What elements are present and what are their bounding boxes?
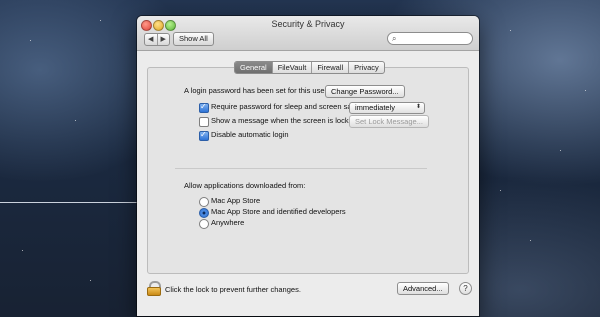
radio-anywhere[interactable] bbox=[199, 219, 209, 229]
forward-button[interactable]: ▶ bbox=[156, 34, 170, 45]
back-button[interactable]: ◀ bbox=[145, 34, 157, 45]
radio-mac-app-store[interactable] bbox=[199, 197, 209, 207]
set-lock-message-button[interactable]: Set Lock Message... bbox=[349, 115, 429, 128]
tab-privacy[interactable]: Privacy bbox=[348, 62, 384, 73]
show-message-label: Show a message when the screen is locked bbox=[211, 116, 357, 125]
lock-icon[interactable] bbox=[147, 281, 161, 296]
general-panel bbox=[147, 67, 469, 274]
window-title: Security & Privacy bbox=[271, 19, 345, 29]
require-password-checkbox[interactable] bbox=[199, 102, 209, 113]
radio-mac-app-store-label: Mac App Store bbox=[211, 196, 261, 205]
section-divider bbox=[175, 168, 427, 169]
tab-general[interactable]: General bbox=[235, 62, 272, 73]
change-password-button[interactable]: Change Password... bbox=[325, 85, 405, 98]
search-field[interactable]: ⌕ bbox=[387, 32, 473, 45]
lock-text: Click the lock to prevent further change… bbox=[165, 285, 301, 294]
radio-identified-developers-label: Mac App Store and identified developers bbox=[211, 207, 346, 216]
radio-anywhere-label: Anywhere bbox=[211, 218, 245, 227]
require-password-delay-value: immediately bbox=[355, 103, 396, 112]
require-password-label: Require password for sleep and screen sa… bbox=[211, 102, 362, 111]
tab-firewall[interactable]: Firewall bbox=[311, 62, 348, 73]
tab-filevault[interactable]: FileVault bbox=[271, 62, 312, 73]
back-forward-control: ◀ ▶ bbox=[144, 33, 170, 46]
radio-identified-developers[interactable] bbox=[199, 208, 209, 218]
callout-line bbox=[0, 202, 148, 203]
security-privacy-window: Security & Privacy ◀ ▶ Show All ⌕ Genera… bbox=[137, 16, 479, 316]
select-arrows-icon: ⬍ bbox=[415, 104, 421, 110]
titlebar: Security & Privacy ◀ ▶ Show All ⌕ bbox=[137, 16, 479, 51]
disable-auto-login-checkbox[interactable] bbox=[199, 130, 209, 141]
allow-apps-heading: Allow applications downloaded from: bbox=[184, 181, 306, 190]
help-icon[interactable]: ? bbox=[459, 282, 472, 295]
advanced-button[interactable]: Advanced... bbox=[397, 282, 449, 295]
show-message-checkbox[interactable] bbox=[199, 117, 209, 127]
show-all-button[interactable]: Show All bbox=[173, 32, 214, 46]
search-icon: ⌕ bbox=[392, 34, 397, 43]
disable-auto-login-label: Disable automatic login bbox=[211, 130, 289, 139]
login-password-text: A login password has been set for this u… bbox=[184, 86, 327, 95]
require-password-delay-select[interactable]: immediately ⬍ bbox=[349, 102, 425, 114]
tab-bar: General FileVault Firewall Privacy bbox=[234, 61, 385, 74]
